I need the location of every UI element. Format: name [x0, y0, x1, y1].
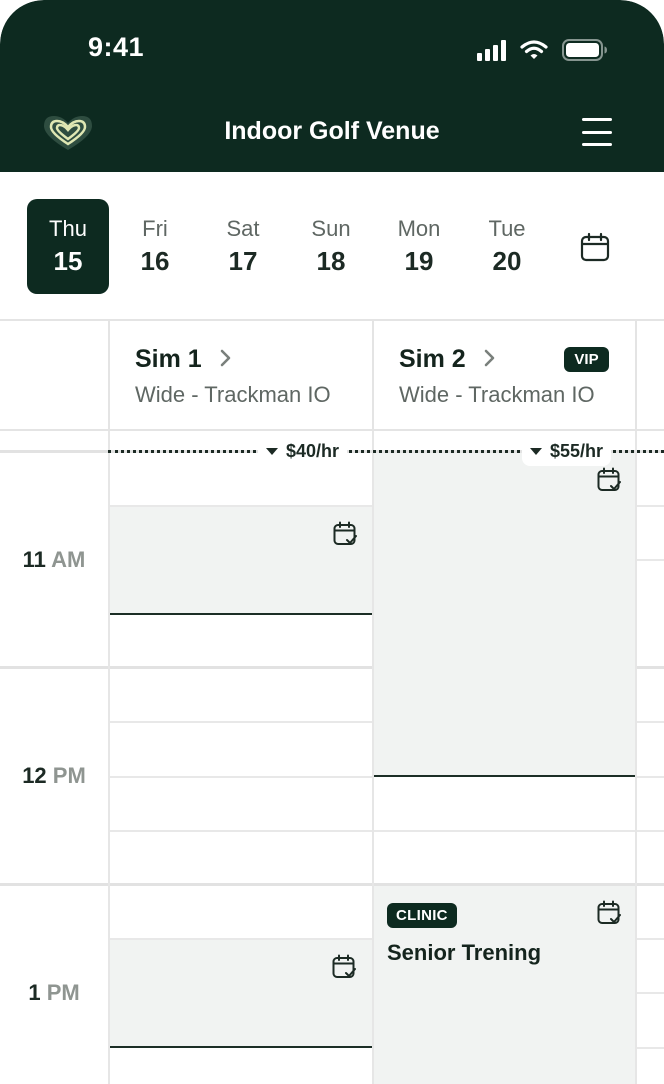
- date-item-tue[interactable]: Tue 20: [466, 199, 548, 294]
- hamburger-menu-icon[interactable]: [582, 118, 612, 146]
- price-tag-sim2: $55/hr: [522, 436, 612, 466]
- date-number: 20: [492, 246, 522, 276]
- date-item-sun[interactable]: Sun 18: [290, 199, 372, 294]
- app-header: 9:41 Indoor Golf Venue: [0, 0, 664, 172]
- date-item-thu[interactable]: Thu 15: [27, 199, 109, 294]
- date-item-mon[interactable]: Mon 19: [378, 199, 460, 294]
- resource-name: Sim 1: [135, 345, 202, 373]
- wifi-icon: [520, 39, 548, 61]
- date-number: 18: [316, 246, 346, 276]
- vip-badge: VIP: [564, 347, 609, 372]
- hour-label-12pm: 12 PM: [22, 763, 86, 788]
- date-item-sat[interactable]: Sat 17: [202, 199, 284, 294]
- resource-name: Sim 2: [399, 345, 466, 373]
- caret-down-icon: [266, 447, 278, 455]
- date-strip: Thu 15 Fri 16 Sat 17 Sun 18 Mon 19 Tue 2…: [0, 172, 664, 321]
- event-title: Senior Trening: [387, 940, 542, 965]
- date-weekday: Sat: [226, 216, 260, 241]
- date-number: 15: [53, 246, 83, 276]
- status-time: 9:41: [88, 32, 145, 62]
- date-weekday: Sun: [311, 216, 351, 241]
- date-weekday: Mon: [397, 216, 441, 241]
- price-tag-sim1: $40/hr: [258, 436, 348, 466]
- phone-screen: 9:41 Indoor Golf Venue Thu 15 Fri 16 Sat…: [0, 0, 664, 1084]
- calendar-check-icon[interactable]: [597, 467, 621, 498]
- resource-subtitle: Wide - Trackman IO: [399, 382, 595, 407]
- date-weekday: Fri: [142, 216, 168, 241]
- resource-sim-1[interactable]: Sim 1 Wide - Trackman IO: [135, 345, 331, 408]
- date-number: 16: [140, 246, 170, 276]
- chevron-right-icon: [220, 349, 232, 372]
- caret-down-icon: [530, 447, 542, 455]
- resource-header: Sim 1 Wide - Trackman IO Sim 2 Wide - Tr…: [0, 321, 664, 431]
- booking-slot-sim2-11am[interactable]: [374, 452, 635, 776]
- date-item-fri[interactable]: Fri 16: [114, 199, 196, 294]
- calendar-check-icon[interactable]: [333, 521, 357, 552]
- hour-label-11am: 11 AM: [22, 547, 86, 572]
- calendar-check-icon[interactable]: [597, 900, 621, 931]
- hour-label-1pm: 1 PM: [28, 980, 80, 1005]
- page-title: Indoor Golf Venue: [224, 117, 440, 145]
- resource-subtitle: Wide - Trackman IO: [135, 382, 331, 407]
- status-icons: [477, 36, 608, 64]
- calendar-check-icon[interactable]: [332, 954, 356, 985]
- date-number: 19: [404, 246, 434, 276]
- battery-icon: [562, 39, 608, 61]
- cellular-signal-icon: [477, 39, 506, 61]
- chevron-right-icon: [484, 349, 496, 372]
- date-weekday: Tue: [488, 216, 526, 241]
- calendar-icon[interactable]: [580, 232, 610, 267]
- date-number: 17: [228, 246, 258, 276]
- event-type-badge: CLINIC: [387, 903, 457, 928]
- date-weekday: Thu: [49, 216, 87, 241]
